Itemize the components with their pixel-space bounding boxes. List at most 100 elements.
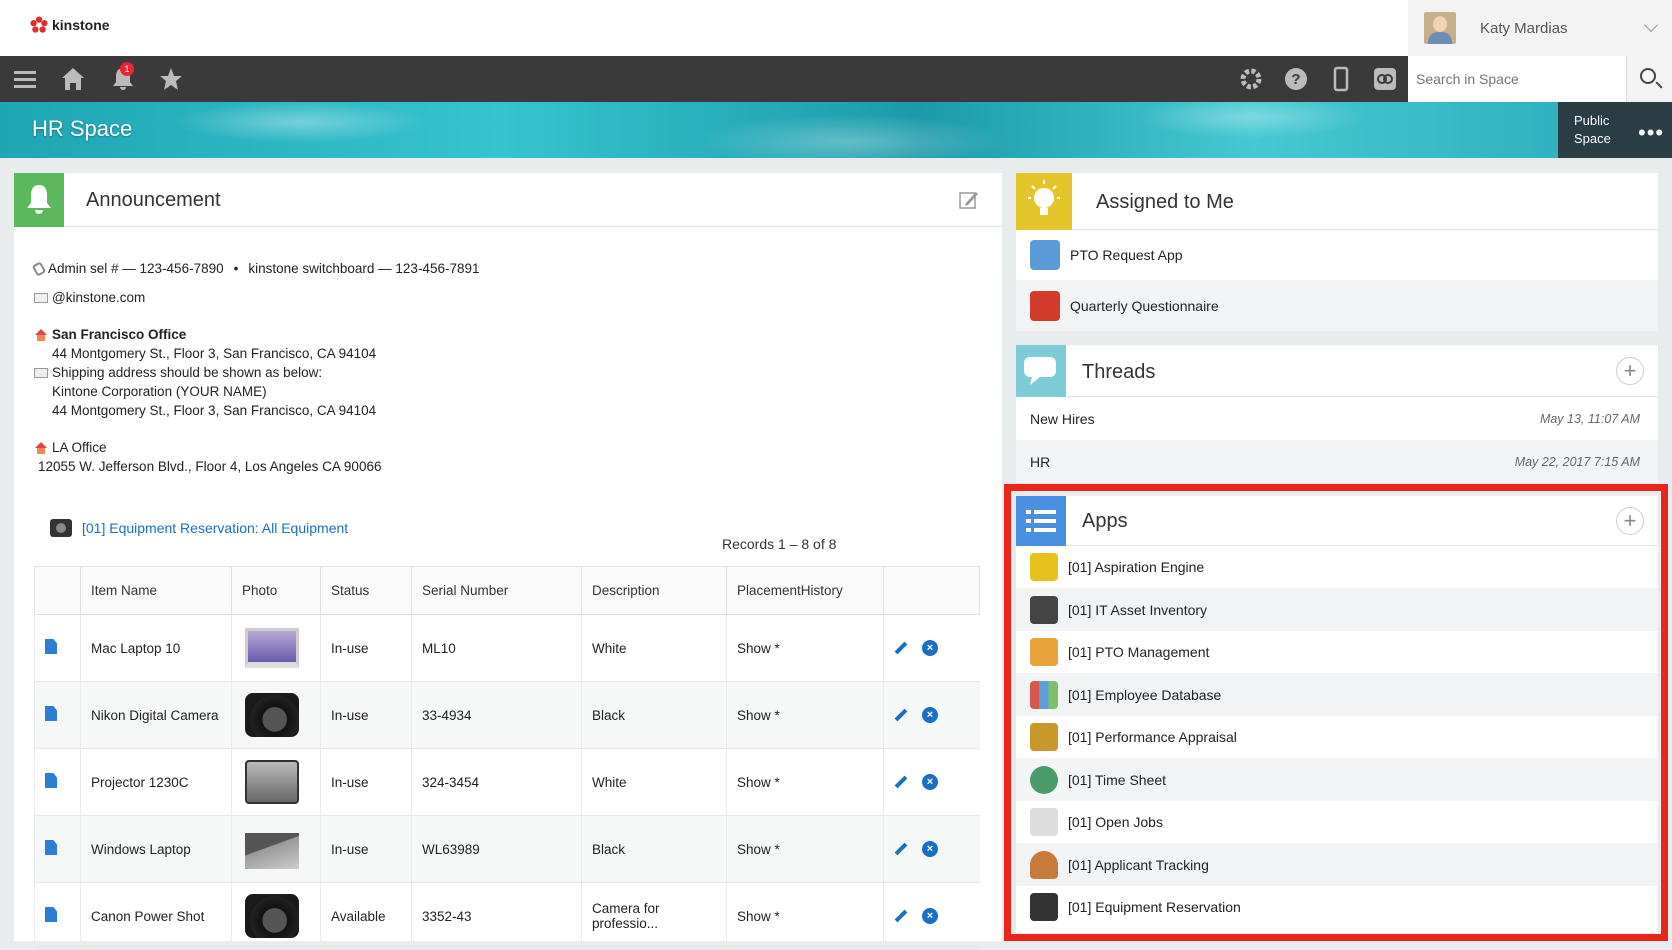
more-icon[interactable]: ••• <box>1638 120 1664 146</box>
app-item[interactable]: [01] Time Sheet <box>1016 758 1658 801</box>
threads-panel: Threads + New Hires May 13, 11:07 AM HR … <box>1016 345 1658 483</box>
table-row[interactable]: Canon Power Shot Available 3352-43 Camer… <box>34 882 980 950</box>
shipping-name: Kintone Corporation (YOUR NAME) <box>52 384 267 399</box>
delete-icon[interactable]: × <box>922 707 938 723</box>
column-header[interactable]: PlacementHistory <box>726 566 884 615</box>
table-row[interactable]: Windows Laptop In-use WL63989 Black Show… <box>34 815 980 883</box>
edit-icon[interactable] <box>894 708 908 722</box>
projector-photo[interactable] <box>245 760 299 804</box>
status: In-use <box>320 815 412 883</box>
laptop-photo[interactable] <box>245 833 299 869</box>
user-menu[interactable]: Katy Mardias <box>1408 0 1672 56</box>
edit-icon[interactable] <box>894 775 908 789</box>
app-item[interactable]: [01] Equipment Reservation <box>1016 886 1658 928</box>
table-row[interactable]: Nikon Digital Camera In-use 33-4934 Blac… <box>34 681 980 749</box>
search-input[interactable] <box>1408 56 1626 102</box>
mobile-icon[interactable] <box>1328 66 1354 92</box>
assigned-item-label[interactable]: PTO Request App <box>1070 247 1183 263</box>
announcement-bell-icon <box>14 173 64 227</box>
delete-icon[interactable]: × <box>922 774 938 790</box>
equipment-list-link-label[interactable]: [01] Equipment Reservation: All Equipmen… <box>82 520 348 536</box>
add-app-button[interactable]: + <box>1616 507 1644 535</box>
delete-icon[interactable]: × <box>922 908 938 924</box>
app-label[interactable]: [01] PTO Management <box>1068 644 1209 660</box>
row-actions: × <box>883 614 980 682</box>
chevron-down-icon <box>1643 17 1659 33</box>
placement-history[interactable]: Show * <box>726 815 884 883</box>
table-row[interactable]: Projector 1230C In-use 324-3454 White Sh… <box>34 748 980 816</box>
file-icon[interactable] <box>45 907 57 922</box>
camera-photo[interactable] <box>245 894 299 938</box>
list-item[interactable]: PTO Request App <box>1016 230 1658 280</box>
assigned-item-label[interactable]: Quarterly Questionnaire <box>1070 298 1219 314</box>
thread-label[interactable]: New Hires <box>1030 411 1095 427</box>
edit-icon[interactable] <box>958 189 980 211</box>
serial-number: 3352-43 <box>411 882 582 950</box>
app-item[interactable]: [01] Employee Database <box>1016 673 1658 716</box>
app-label[interactable]: [01] IT Asset Inventory <box>1068 602 1207 618</box>
thread-item[interactable]: New Hires May 13, 11:07 AM <box>1016 397 1658 440</box>
app-label[interactable]: [01] Time Sheet <box>1068 772 1166 788</box>
app-item[interactable]: [01] PTO Management <box>1016 631 1658 673</box>
app-label[interactable]: [01] Aspiration Engine <box>1068 559 1204 575</box>
star-icon[interactable] <box>158 66 184 92</box>
laptop-photo[interactable] <box>245 628 299 668</box>
home-icon[interactable] <box>60 66 86 92</box>
file-icon[interactable] <box>45 639 57 654</box>
column-header[interactable]: Serial Number <box>411 566 582 615</box>
link-icon[interactable] <box>1372 66 1398 92</box>
app-item[interactable]: [01] Open Jobs <box>1016 801 1658 843</box>
space-banner: HR Space Public Space ••• <box>0 102 1672 158</box>
edit-icon[interactable] <box>894 842 908 856</box>
help-icon[interactable]: ? <box>1283 66 1309 92</box>
table-row[interactable]: Mac Laptop 10 In-use ML10 White Show * × <box>34 614 980 682</box>
menu-icon[interactable] <box>12 66 38 92</box>
edit-icon[interactable] <box>894 641 908 655</box>
column-header[interactable]: Photo <box>231 566 321 615</box>
column-header[interactable]: Description <box>581 566 727 615</box>
app-item[interactable]: [01] Performance Appraisal <box>1016 716 1658 758</box>
row-detail-cell <box>34 614 81 682</box>
search-button[interactable] <box>1626 56 1672 102</box>
equipment-list-link[interactable]: [01] Equipment Reservation: All Equipmen… <box>50 519 348 537</box>
top-header: kinstone Katy Mardias <box>0 0 1672 56</box>
column-header[interactable]: Item Name <box>80 566 232 615</box>
file-icon[interactable] <box>45 773 57 788</box>
gear-icon[interactable] <box>1238 66 1264 92</box>
edit-icon[interactable] <box>894 909 908 923</box>
app-label[interactable]: [01] Employee Database <box>1068 687 1221 703</box>
app-label[interactable]: [01] Open Jobs <box>1068 814 1163 830</box>
placement-history[interactable]: Show * <box>726 681 884 749</box>
delete-icon[interactable]: × <box>922 841 938 857</box>
thread-label[interactable]: HR <box>1030 454 1050 470</box>
app-item[interactable]: [01] Applicant Tracking <box>1016 843 1658 886</box>
file-icon[interactable] <box>45 840 57 855</box>
list-item[interactable]: Quarterly Questionnaire <box>1016 280 1658 331</box>
item-name: Windows Laptop <box>80 815 232 883</box>
column-header[interactable]: Status <box>320 566 412 615</box>
svg-text:?: ? <box>1291 71 1300 88</box>
user-name: Katy Mardias <box>1480 19 1568 37</box>
placement-history[interactable]: Show * <box>726 614 884 682</box>
app-label[interactable]: [01] Performance Appraisal <box>1068 729 1237 745</box>
camera-photo[interactable] <box>245 693 299 737</box>
row-actions: × <box>883 681 980 749</box>
app-label[interactable]: [01] Applicant Tracking <box>1068 857 1209 873</box>
placement-history[interactable]: Show * <box>726 748 884 816</box>
announcement-body: Admin sel # — 123-456-7890 • kinstone swit… <box>31 259 480 476</box>
separator-dot: • <box>233 261 239 276</box>
app-item[interactable]: [01] Aspiration Engine <box>1016 546 1658 588</box>
lightbulb-icon <box>1030 553 1058 581</box>
house-icon <box>34 441 48 454</box>
assigned-title: Assigned to Me <box>1096 191 1234 213</box>
photo-cell <box>231 815 321 883</box>
thread-item[interactable]: HR May 22, 2017 7:15 AM <box>1016 440 1658 483</box>
file-icon[interactable] <box>45 706 57 721</box>
app-label[interactable]: [01] Equipment Reservation <box>1068 899 1241 915</box>
brand-logo[interactable]: kinstone <box>30 16 110 34</box>
add-thread-button[interactable]: + <box>1616 357 1644 385</box>
trophy-icon <box>1030 723 1058 751</box>
placement-history[interactable]: Show * <box>726 882 884 950</box>
app-item[interactable]: [01] IT Asset Inventory <box>1016 588 1658 631</box>
delete-icon[interactable]: × <box>922 640 938 656</box>
